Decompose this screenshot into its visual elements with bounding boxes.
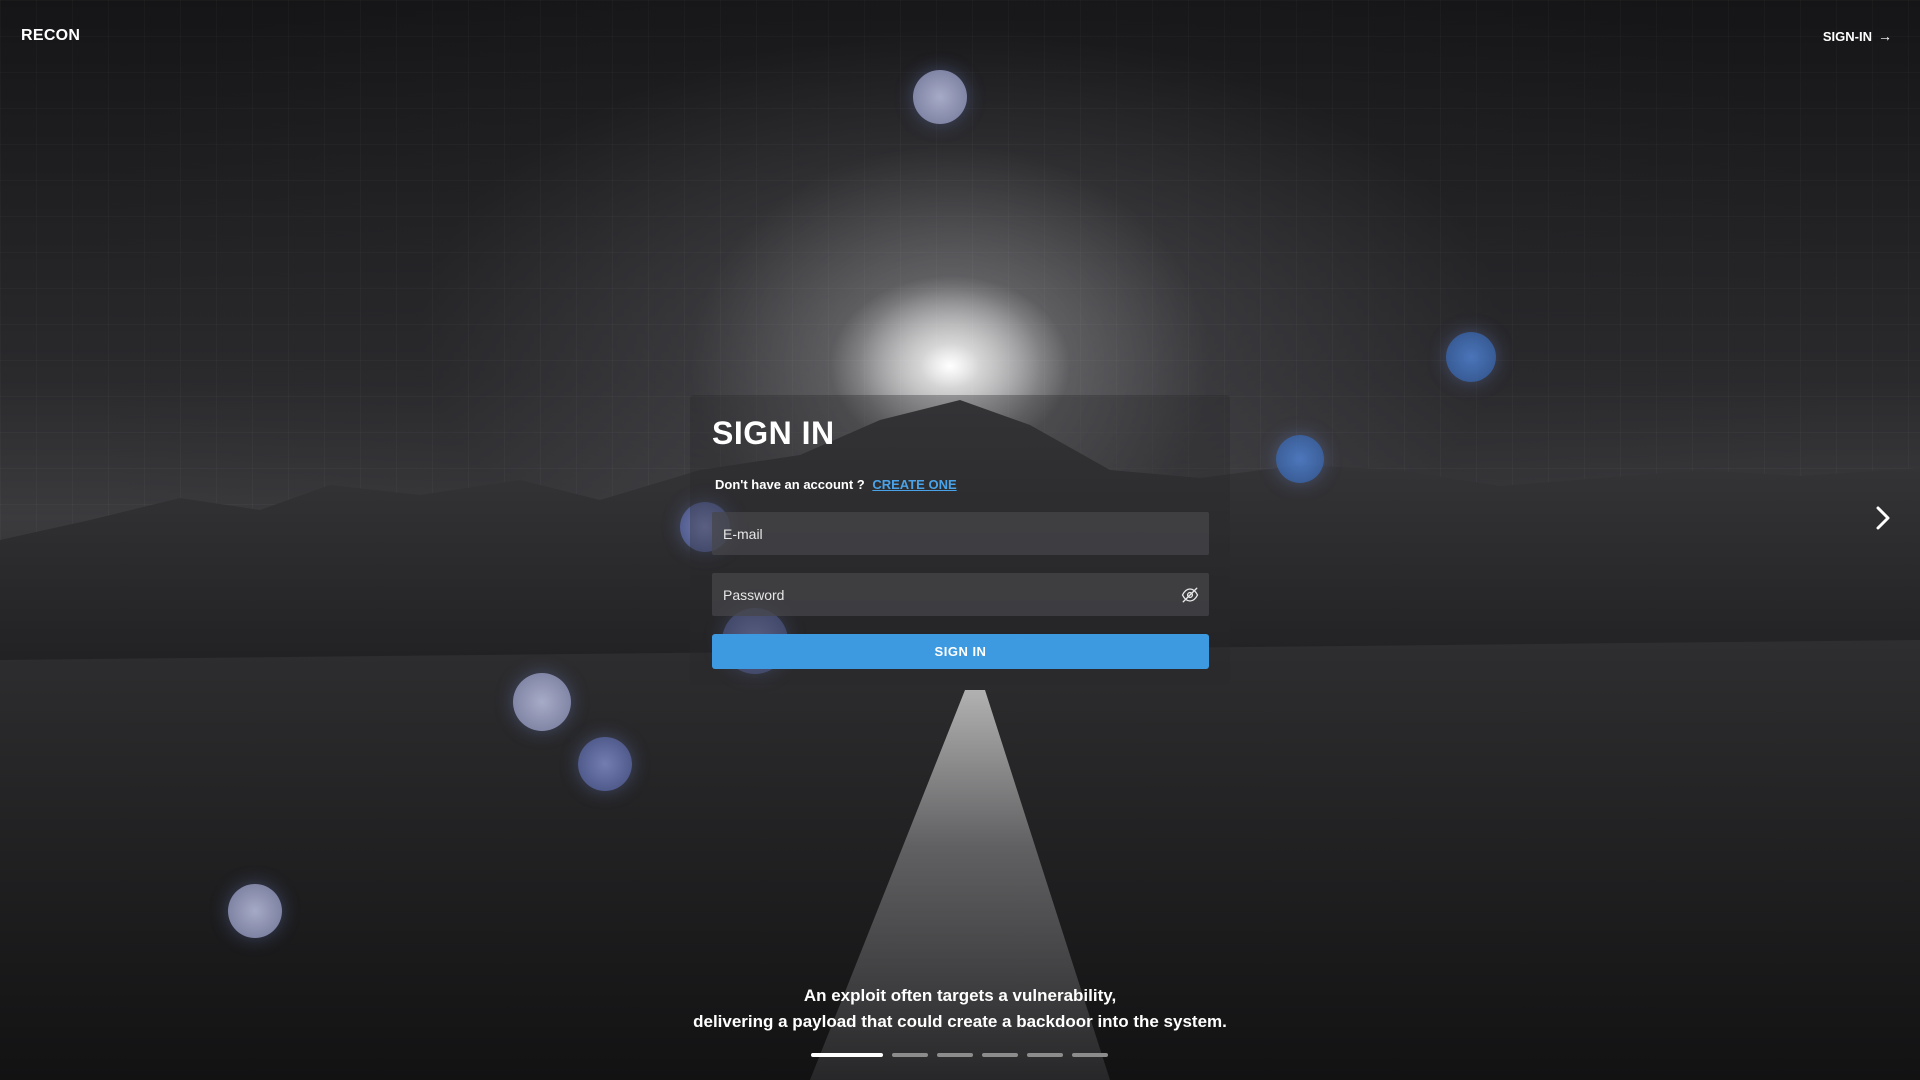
signin-button[interactable]: SIGN IN	[712, 634, 1209, 669]
email-field-wrapper	[712, 512, 1209, 555]
carousel-dot[interactable]	[1072, 1053, 1108, 1057]
carousel-dot[interactable]	[811, 1053, 883, 1057]
email-field[interactable]	[712, 525, 1209, 542]
carousel-dot[interactable]	[892, 1053, 928, 1057]
chevron-right-icon[interactable]	[1868, 500, 1898, 536]
floating-orb	[1276, 435, 1324, 483]
caption-line: delivering a payload that could create a…	[693, 1012, 1227, 1031]
header-signin-label: SIGN-IN	[1822, 28, 1872, 44]
login-page: RECON SIGN-IN → SIGN IN Don't have an ac…	[0, 0, 1920, 1080]
arrow-right-icon: →	[1878, 28, 1892, 44]
header-signin-link[interactable]: SIGN-IN →	[1823, 28, 1892, 44]
account-prompt: Don't have an account ? CREATE ONE	[715, 477, 957, 492]
page-title: SIGN IN	[712, 415, 835, 451]
password-field-wrapper	[712, 573, 1209, 616]
floating-orb	[1446, 332, 1496, 382]
signin-card: SIGN IN Don't have an account ? CREATE O…	[690, 395, 1230, 685]
carousel-dot[interactable]	[937, 1053, 973, 1057]
brand-logo[interactable]: RECON	[21, 27, 80, 45]
caption-line: An exploit often targets a vulnerability…	[803, 986, 1117, 1005]
floating-orb	[228, 884, 282, 938]
account-prompt-text: Don't have an account ?	[715, 477, 865, 492]
carousel-dot[interactable]	[982, 1053, 1018, 1057]
floating-orb	[913, 70, 967, 124]
floating-orb	[513, 673, 571, 731]
password-field[interactable]	[712, 586, 1179, 603]
carousel-dot[interactable]	[1027, 1053, 1063, 1057]
create-account-link[interactable]: CREATE ONE	[872, 477, 956, 492]
carousel-indicators	[811, 1053, 1108, 1057]
floating-orb	[578, 737, 632, 791]
carousel-caption: An exploit often targets a vulnerability…	[0, 983, 1920, 1035]
eye-off-icon[interactable]	[1179, 584, 1201, 606]
